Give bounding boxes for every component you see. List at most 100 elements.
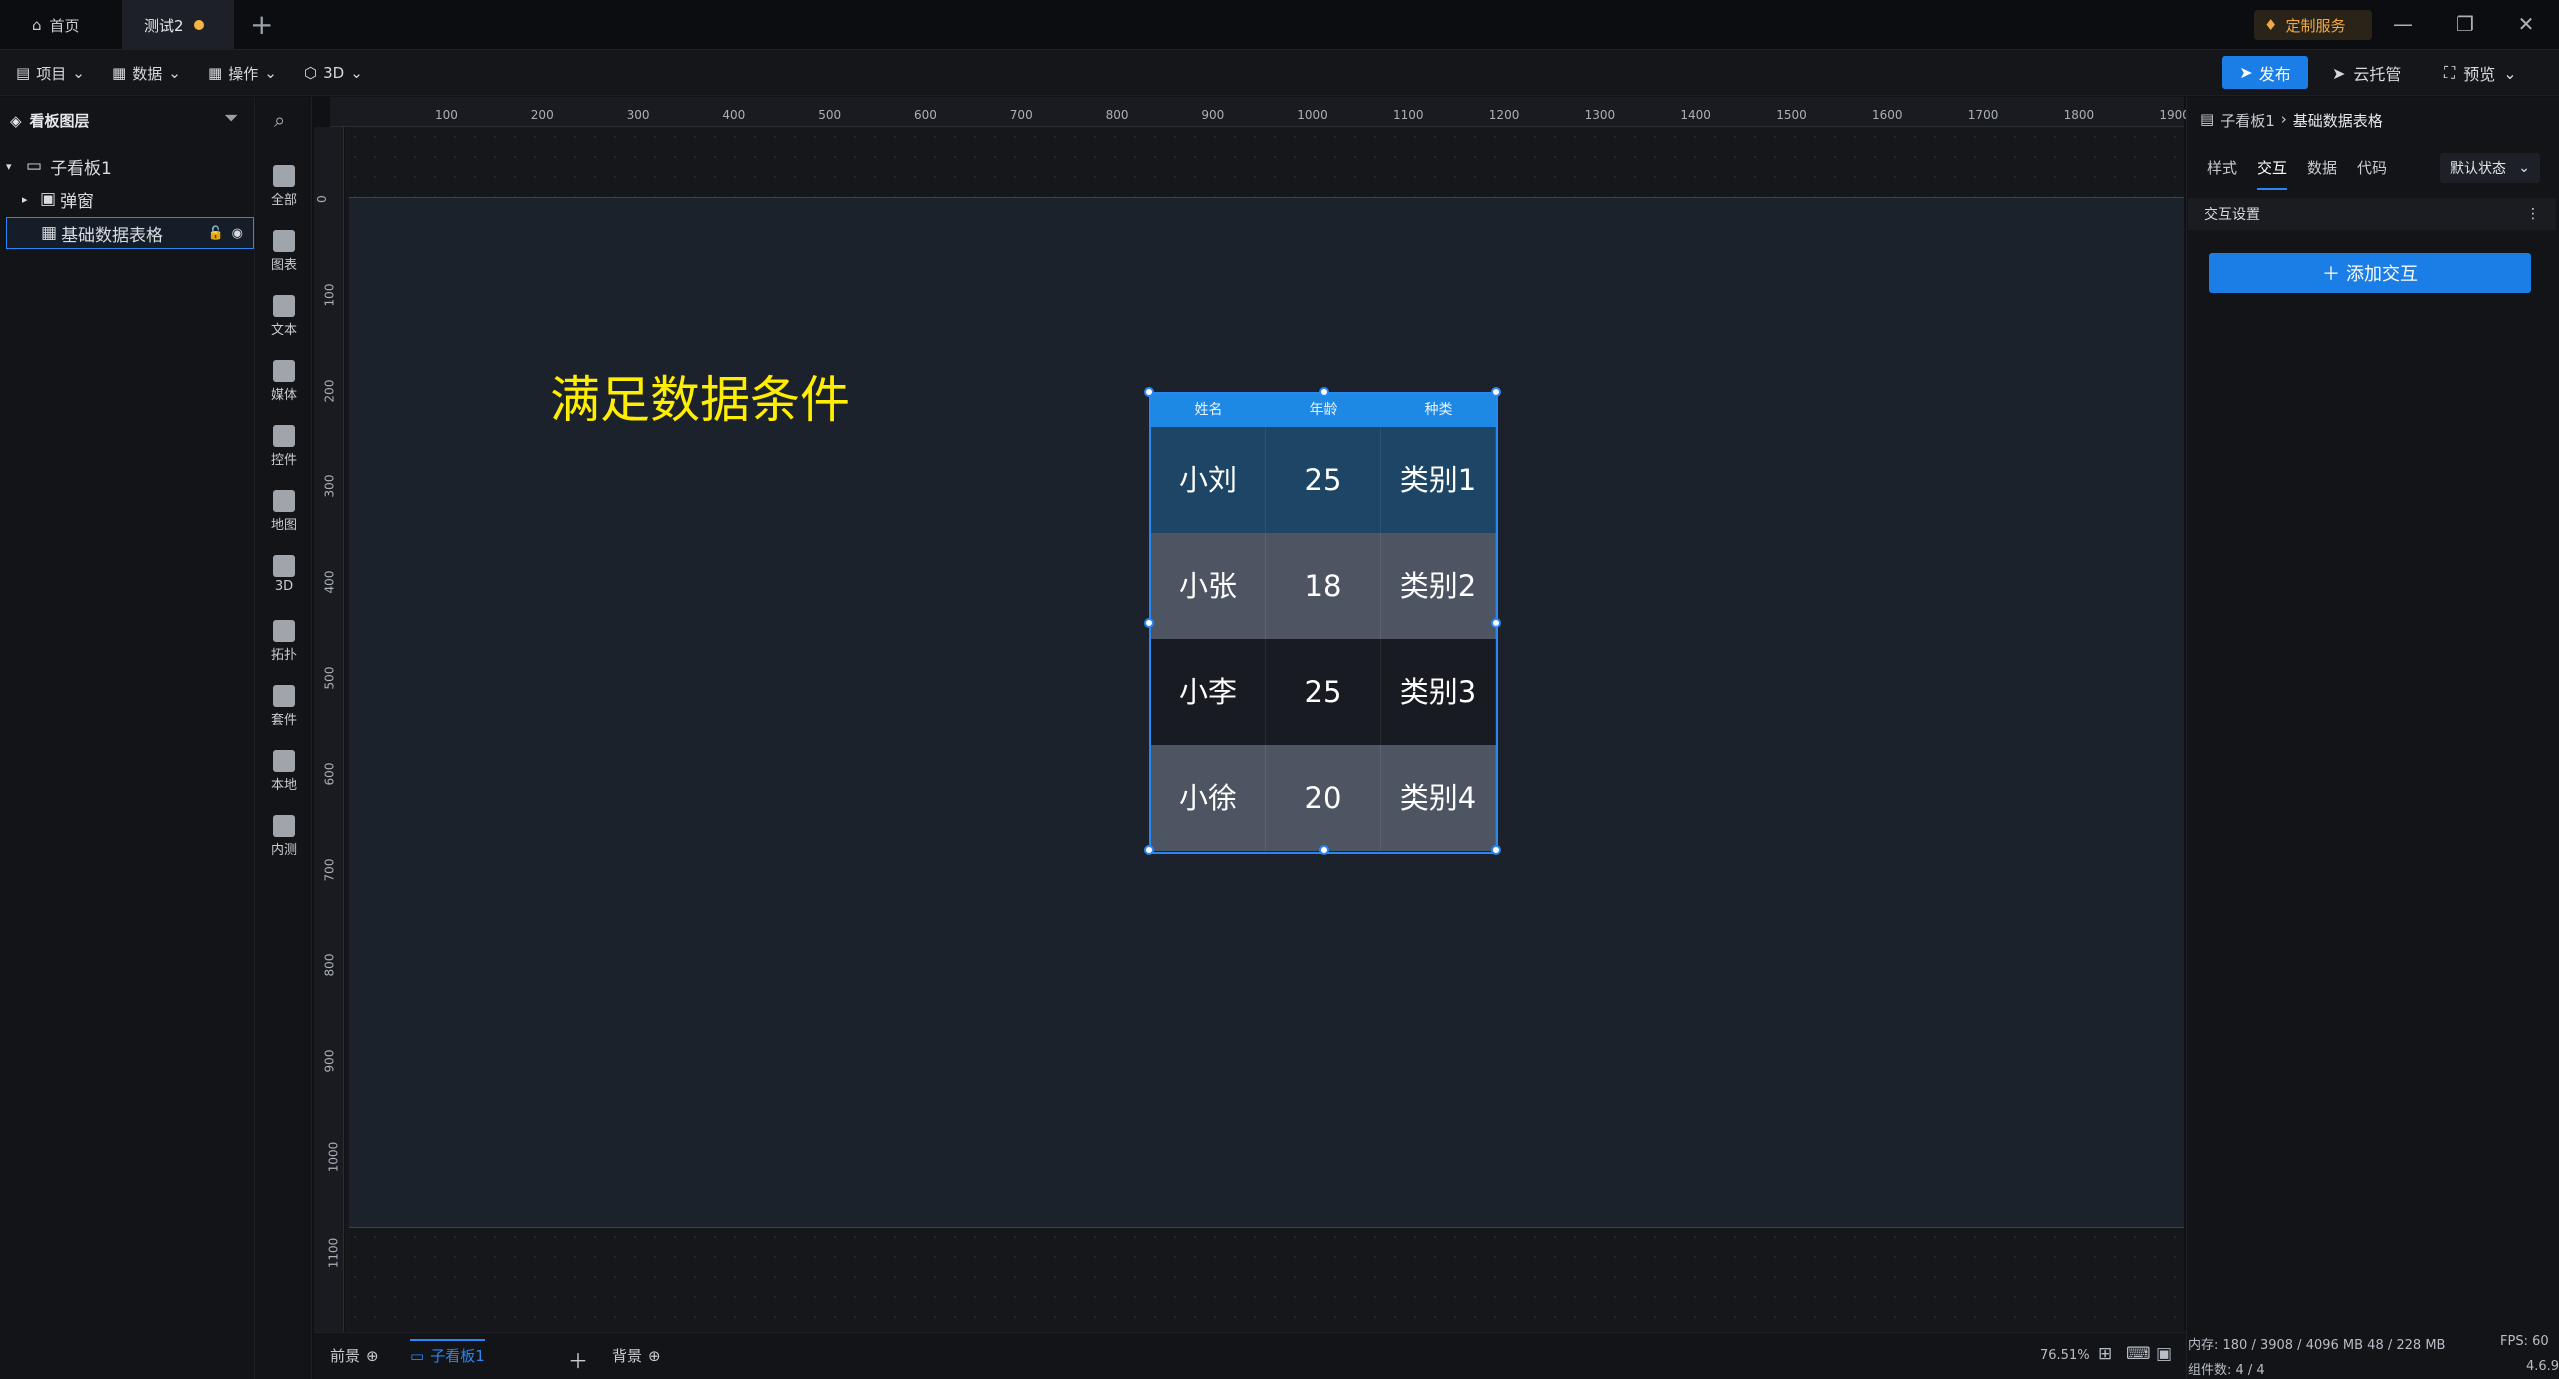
custom-service-button[interactable]: ♦ 定制服务 <box>2254 10 2372 40</box>
memory-status: 内存: 180 / 3908 / 4096 MB 48 / 228 MB <box>2188 1338 2446 1353</box>
resize-handle[interactable] <box>1491 618 1501 628</box>
layer-item-popup[interactable]: ▸ ▣ 弹窗 <box>6 183 254 215</box>
foreground-tab[interactable]: 前景 ⊕ <box>330 1345 379 1366</box>
filter-icon[interactable]: ⏷ <box>224 108 238 129</box>
send-icon: ➤ <box>2332 63 2346 83</box>
add-interaction-button[interactable]: ＋ 添加交互 <box>2209 253 2531 293</box>
chevron-down-icon: ⌄ <box>264 64 277 82</box>
menu-data[interactable]: ▦ 数据 ⌄ <box>112 58 181 88</box>
table-header-cell: 姓名 <box>1194 402 1223 418</box>
tab-test2[interactable]: 测试2 <box>122 0 234 50</box>
tab-style[interactable]: 样式 <box>2207 157 2237 178</box>
search-icon[interactable]: ⌕ <box>274 108 285 132</box>
resize-handle[interactable] <box>1491 387 1501 397</box>
layer-item-board[interactable]: ▾ ▭ 子看板1 <box>6 150 254 182</box>
board-tab-label: 子看板1 <box>430 1347 485 1365</box>
rail-item[interactable]: 拓扑 <box>256 620 312 663</box>
ruler-tick-label: 0 <box>314 195 329 203</box>
ruler-tick-label: 1000 <box>1297 108 1328 122</box>
eye-icon[interactable]: ◉ <box>232 226 243 241</box>
layer-item-table-label: 基础数据表格 <box>61 225 164 246</box>
category-icon <box>273 295 295 317</box>
ruler-tick-label: 300 <box>322 474 337 498</box>
rail-item[interactable]: 控件 <box>256 425 312 468</box>
resize-handle[interactable] <box>1319 387 1329 397</box>
rail-item[interactable]: 内测 <box>256 815 312 858</box>
more-vertical-icon[interactable]: ⋮ <box>2526 206 2540 222</box>
publish-button[interactable]: ➤ 发布 <box>2222 56 2308 89</box>
ruler-tick-label: 1100 <box>1393 108 1424 122</box>
zoom-level[interactable]: 76.51% <box>2040 1348 2090 1363</box>
terminal-icon[interactable]: ▣ <box>2156 1344 2172 1364</box>
tab-home[interactable]: ⌂ 首页 <box>10 0 122 50</box>
custom-service-label: 定制服务 <box>2285 16 2346 35</box>
board-tab[interactable]: ▭ 子看板1 <box>410 1339 485 1366</box>
rail-item[interactable]: 媒体 <box>256 360 312 403</box>
rail-item[interactable]: 3D <box>256 555 312 594</box>
plus-icon: ＋ <box>2322 264 2340 285</box>
tab-test2-label: 测试2 <box>144 16 184 35</box>
condition-text-widget[interactable]: 满足数据条件 <box>550 360 850 432</box>
ruler-tick-label: 600 <box>914 108 937 122</box>
layers-icon: ◈ <box>10 111 22 130</box>
preview-button[interactable]: ⛶ 预览 ⌄ <box>2444 58 2517 88</box>
menu-project[interactable]: ▤ 项目 ⌄ <box>16 58 85 88</box>
rail-item[interactable]: 全部 <box>256 165 312 208</box>
ruler-tick-label: 100 <box>322 283 337 307</box>
resize-handle[interactable] <box>1319 845 1329 855</box>
tab-interaction[interactable]: 交互 <box>2257 157 2288 190</box>
interaction-settings-header: 交互设置 ⋮ <box>2188 198 2556 230</box>
fit-icon[interactable]: ⊞ <box>2098 1344 2112 1364</box>
resize-handle[interactable] <box>1491 845 1501 855</box>
menu-3d-label: 3D <box>323 64 345 82</box>
table-cell: 类别2 <box>1381 533 1496 639</box>
keyboard-icon[interactable]: ⌨ <box>2126 1344 2151 1364</box>
table-cell: 25 <box>1266 427 1381 533</box>
ruler-tick-label: 1400 <box>1680 108 1711 122</box>
resize-handle[interactable] <box>1144 387 1154 397</box>
unlock-icon[interactable]: 🔓 <box>207 226 223 241</box>
layer-item-table[interactable]: ▦ 基础数据表格 🔓 ◉ <box>6 217 254 249</box>
rail-item-label: 图表 <box>270 258 297 273</box>
add-circle-icon[interactable]: ⊕ <box>366 1347 379 1365</box>
rail-item[interactable]: 图表 <box>256 230 312 273</box>
ruler-tick-label: 500 <box>322 666 337 690</box>
background-tab[interactable]: 背景 ⊕ <box>612 1345 661 1366</box>
layer-panel-title: 看板图层 <box>29 112 90 130</box>
ruler-tick-label: 1500 <box>1776 108 1807 122</box>
rail-item[interactable]: 套件 <box>256 685 312 728</box>
resize-handle[interactable] <box>1144 845 1154 855</box>
chevron-down-icon: ⌄ <box>2518 160 2530 176</box>
add-board-button[interactable]: ＋ <box>568 1345 588 1374</box>
tab-data[interactable]: 数据 <box>2307 157 2337 178</box>
state-select[interactable]: 默认状态 ⌄ <box>2440 153 2540 183</box>
state-select-value: 默认状态 <box>2450 161 2506 177</box>
ruler-tick-label: 1600 <box>1872 108 1903 122</box>
ruler-tick-label: 1700 <box>1967 108 1999 122</box>
fullscreen-icon: ⛶ <box>2444 63 2456 82</box>
rail-item[interactable]: 本地 <box>256 750 312 793</box>
cloud-host-button[interactable]: ➤ 云托管 <box>2332 58 2401 88</box>
restore-button[interactable]: ❐ <box>2445 8 2485 40</box>
rail-item[interactable]: 文本 <box>256 295 312 338</box>
data-table-widget[interactable]: 姓名 年龄 种类 小刘 25 类别1 小张 18 类别2 小李 25 类别3 小… <box>1144 387 1501 855</box>
tab-code[interactable]: 代码 <box>2357 157 2387 178</box>
unsaved-dot-icon <box>193 20 204 30</box>
rail-item[interactable]: 地图 <box>256 490 312 533</box>
caret-right-icon: ▸ <box>22 192 28 206</box>
close-button[interactable]: ✕ <box>2506 8 2546 40</box>
new-tab-button[interactable]: + <box>250 8 273 41</box>
resize-handle[interactable] <box>1144 618 1154 628</box>
menu-operation[interactable]: ▦ 操作 ⌄ <box>208 58 277 88</box>
minimize-button[interactable]: — <box>2383 8 2423 40</box>
add-circle-icon[interactable]: ⊕ <box>648 1347 661 1365</box>
send-icon: ➤ <box>2239 63 2253 82</box>
table-cell: 小刘 <box>1151 427 1266 533</box>
database-icon: ▦ <box>112 64 127 82</box>
component-rail <box>256 97 312 1379</box>
ruler-tick-label: 100 <box>435 108 458 122</box>
breadcrumb-item[interactable]: 子看板1 <box>2220 110 2275 131</box>
menu-3d[interactable]: ⬡ 3D ⌄ <box>304 58 363 88</box>
ruler-tick-label: 600 <box>322 762 337 786</box>
table-header-cell: 种类 <box>1424 402 1453 418</box>
